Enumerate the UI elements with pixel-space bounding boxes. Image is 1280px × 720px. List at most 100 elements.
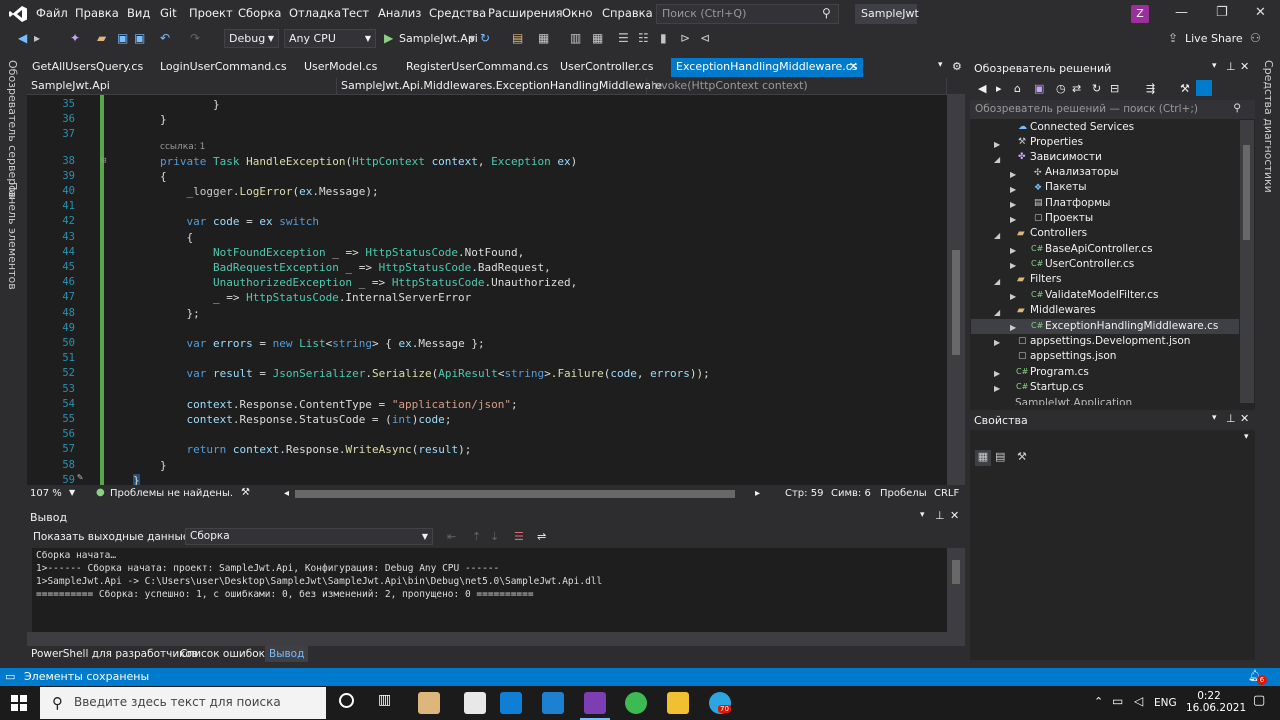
avatar[interactable]: Z bbox=[1131, 5, 1149, 23]
forward-icon[interactable]: ▸ bbox=[34, 30, 40, 46]
taskbar-search-input[interactable]: Введите здесь текст для поиска bbox=[40, 687, 326, 719]
vscode-icon[interactable] bbox=[542, 692, 564, 714]
expand-icon[interactable]: ▶ bbox=[994, 338, 1000, 347]
new-project-icon[interactable]: ✦ bbox=[70, 30, 80, 46]
bookmark-icon[interactable]: ▮ bbox=[660, 30, 667, 46]
tree-item-baseapicontroller[interactable]: BaseApiController.cs bbox=[1045, 243, 1153, 258]
categorized-icon[interactable]: ▦ bbox=[975, 450, 991, 466]
format-icon[interactable]: ☷ bbox=[638, 30, 649, 46]
scroll-left-icon[interactable]: ◂ bbox=[284, 488, 289, 499]
tab-registerusercommand[interactable]: RegisterUserCommand.cs bbox=[401, 58, 553, 77]
chevron-down-icon[interactable]: ▾ bbox=[1212, 413, 1217, 423]
visual-studio-icon[interactable] bbox=[584, 692, 606, 714]
chevron-down-icon[interactable]: ▾ bbox=[1244, 432, 1249, 442]
undo-icon[interactable]: ↶ bbox=[160, 30, 170, 46]
forward-icon[interactable]: ▸ bbox=[996, 82, 1002, 95]
expand-icon[interactable]: ▶ bbox=[1010, 261, 1016, 270]
language-indicator[interactable]: ENG bbox=[1154, 697, 1177, 709]
collapse-icon[interactable]: ◢ bbox=[994, 231, 1000, 240]
expand-icon[interactable]: ▶ bbox=[994, 140, 1000, 149]
tree-item-controllers[interactable]: Controllers bbox=[1030, 227, 1087, 242]
save-all-icon[interactable]: ▣ bbox=[134, 30, 145, 46]
expand-icon[interactable]: ▶ bbox=[1010, 170, 1016, 179]
run-icon[interactable]: ▶ bbox=[384, 30, 393, 46]
word-wrap-icon[interactable]: ⇌ bbox=[537, 530, 546, 543]
preview-icon[interactable] bbox=[1196, 80, 1212, 96]
tab-loginusercommand[interactable]: LoginUserCommand.cs bbox=[155, 58, 292, 77]
menu-project[interactable]: Проект bbox=[189, 6, 233, 20]
back-icon[interactable]: ◀ bbox=[978, 82, 986, 95]
gear-icon[interactable]: ⚙ bbox=[947, 58, 967, 77]
taskbar-clock[interactable]: 0:22 16.06.2021 bbox=[1186, 690, 1246, 714]
refresh-icon[interactable]: ↻ bbox=[1092, 82, 1101, 95]
live-share-button[interactable]: Live Share bbox=[1185, 31, 1243, 47]
chrome-icon[interactable] bbox=[625, 692, 647, 714]
close-icon[interactable]: ✕ bbox=[950, 509, 959, 522]
issues-status[interactable]: Проблемы не найдены. bbox=[110, 488, 233, 499]
layout-icon[interactable]: ▥ bbox=[570, 30, 581, 46]
mail-icon[interactable] bbox=[500, 692, 522, 714]
menu-tools[interactable]: Средства bbox=[429, 6, 486, 20]
redo-icon[interactable]: ↷ bbox=[190, 30, 200, 46]
tab-error-list[interactable]: Список ошибок... bbox=[180, 648, 275, 660]
platform-dropdown[interactable]: Any CPU ▼ bbox=[284, 29, 376, 48]
tree-item-validatemodelfilter[interactable]: ValidateModelFilter.cs bbox=[1045, 289, 1158, 304]
pin-icon[interactable]: ⊥ bbox=[1226, 412, 1236, 425]
visual-studio-logo-icon[interactable] bbox=[8, 5, 28, 23]
close-icon[interactable]: ✕ bbox=[1255, 5, 1266, 20]
editor-scroll-thumb[interactable] bbox=[952, 250, 960, 355]
search-input[interactable]: Поиск (Ctrl+Q) bbox=[656, 4, 839, 24]
brush-icon[interactable]: ⚒ bbox=[241, 487, 250, 498]
menu-analyze[interactable]: Анализ bbox=[378, 6, 421, 20]
reference-count-hint[interactable]: ссылка: 1 bbox=[160, 142, 205, 152]
tree-item-appsettings[interactable]: appsettings.json bbox=[1030, 350, 1116, 365]
solution-scroll-thumb[interactable] bbox=[1243, 145, 1250, 240]
pin-icon[interactable]: ⊥ bbox=[1226, 60, 1236, 73]
quick-actions-icon[interactable]: ✎ bbox=[77, 472, 83, 483]
output-scroll-thumb[interactable] bbox=[952, 560, 960, 584]
output-horizontal-scrollbar[interactable] bbox=[27, 632, 965, 646]
open-folder-icon[interactable]: ▰ bbox=[97, 30, 106, 46]
tree-item-program[interactable]: Program.cs bbox=[1030, 366, 1089, 381]
tree-item-dependencies[interactable]: Зависимости bbox=[1030, 151, 1102, 166]
code-editor[interactable]: 35 36 37 38 39 40 41 42 43 44 45 46 47 4… bbox=[27, 95, 947, 485]
tab-list-icon[interactable]: ▾ bbox=[933, 58, 948, 77]
solution-search-input[interactable]: Обозреватель решений — поиск (Ctrl+;) ⚲ bbox=[970, 100, 1255, 119]
menu-extensions[interactable]: Расширения bbox=[488, 6, 563, 20]
run-target-button[interactable]: SampleJwt.Api bbox=[399, 31, 478, 47]
expand-icon[interactable]: ▶ bbox=[1010, 185, 1016, 194]
prev-message-icon[interactable]: ⇡ bbox=[472, 530, 481, 543]
property-pages-icon[interactable]: ⚒ bbox=[1017, 450, 1027, 463]
goto-error-icon[interactable]: ⇤ bbox=[447, 530, 456, 543]
pin-icon[interactable]: ⊥ bbox=[935, 509, 945, 522]
sync-icon[interactable]: ⇄ bbox=[1072, 82, 1081, 95]
restore-icon[interactable]: ❐ bbox=[1216, 5, 1228, 20]
chevron-up-icon[interactable]: ⌃ bbox=[1094, 695, 1103, 708]
action-center-icon[interactable]: ▢ bbox=[1253, 693, 1265, 708]
alphabetical-icon[interactable]: ▤ bbox=[995, 450, 1005, 463]
close-icon[interactable]: ✕ bbox=[1240, 412, 1249, 425]
config-dropdown[interactable]: Debug ▼ bbox=[224, 29, 279, 48]
server-explorer-tab[interactable]: Обозреватель серверов bbox=[6, 60, 19, 198]
tree-item-appsettings-development[interactable]: appsettings.Development.json bbox=[1030, 335, 1190, 350]
tree-item-frameworks[interactable]: Платформы bbox=[1045, 197, 1110, 212]
menu-git[interactable]: Git bbox=[160, 6, 177, 20]
diagnostic-tools-tab[interactable]: Средства диагностики bbox=[1262, 60, 1275, 193]
tree-item-projects[interactable]: Проекты bbox=[1045, 212, 1093, 227]
chevron-down-icon[interactable]: ▼ bbox=[469, 31, 475, 47]
bookmark-next-icon[interactable]: ⊲ bbox=[700, 30, 710, 46]
tree-item-packages[interactable]: Пакеты bbox=[1045, 181, 1087, 196]
expand-icon[interactable]: ▶ bbox=[1010, 246, 1016, 255]
screenshot-icon[interactable]: ▦ bbox=[538, 30, 549, 46]
menu-help[interactable]: Справка bbox=[602, 6, 653, 20]
line-indicator[interactable]: Стр: 59 bbox=[785, 488, 823, 499]
expand-icon[interactable]: ▶ bbox=[1010, 200, 1016, 209]
minimize-icon[interactable]: — bbox=[1175, 5, 1188, 20]
scroll-right-icon[interactable]: ▸ bbox=[755, 488, 760, 499]
member-dropdown[interactable]: Invoke(HttpContext context) bbox=[647, 78, 947, 95]
tree-item-exceptionhandlingmiddleware[interactable]: ExceptionHandlingMiddleware.cs bbox=[1045, 320, 1218, 335]
zoom-dropdown[interactable]: 107 % bbox=[30, 488, 62, 499]
grid-icon[interactable]: ▦ bbox=[592, 30, 603, 46]
class-dropdown[interactable]: SampleJwt.Api.Middlewares.ExceptionHandl… bbox=[337, 78, 662, 95]
cortana-icon[interactable] bbox=[339, 693, 354, 708]
